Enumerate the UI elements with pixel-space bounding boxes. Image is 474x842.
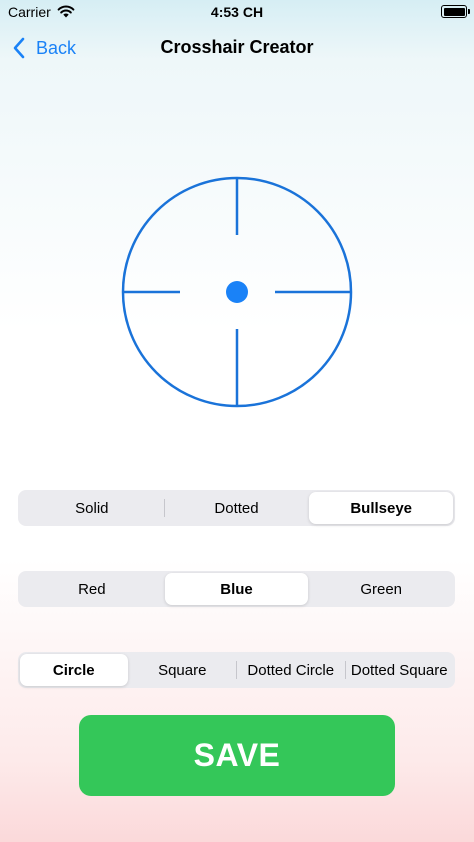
save-button[interactable]: SAVE: [79, 715, 395, 796]
battery-tip: [468, 9, 470, 14]
shape-segmented-control: Circle Square Dotted Circle Dotted Squar…: [18, 652, 455, 688]
status-bar: Carrier 4:53 CH: [0, 0, 474, 24]
segment-square[interactable]: Square: [129, 654, 237, 686]
battery-icon: [441, 5, 467, 18]
segment-blue[interactable]: Blue: [164, 573, 309, 605]
page-title: Crosshair Creator: [160, 37, 314, 57]
segment-solid[interactable]: Solid: [20, 492, 164, 524]
segment-red[interactable]: Red: [20, 573, 164, 605]
segment-dotted-circle[interactable]: Dotted Circle: [237, 654, 345, 686]
segment-dotted[interactable]: Dotted: [165, 492, 309, 524]
segment-dotted-square[interactable]: Dotted Square: [346, 654, 454, 686]
segment-bullseye[interactable]: Bullseye: [309, 492, 454, 524]
status-time: 4:53 CH: [210, 4, 264, 20]
crosshair-center-dot: [226, 281, 248, 303]
segment-green[interactable]: Green: [309, 573, 453, 605]
crosshair-preview: [121, 176, 353, 408]
segment-circle[interactable]: Circle: [20, 654, 128, 686]
style-segmented-control: Solid Dotted Bullseye: [18, 490, 455, 526]
color-segmented-control: Red Blue Green: [18, 571, 455, 607]
